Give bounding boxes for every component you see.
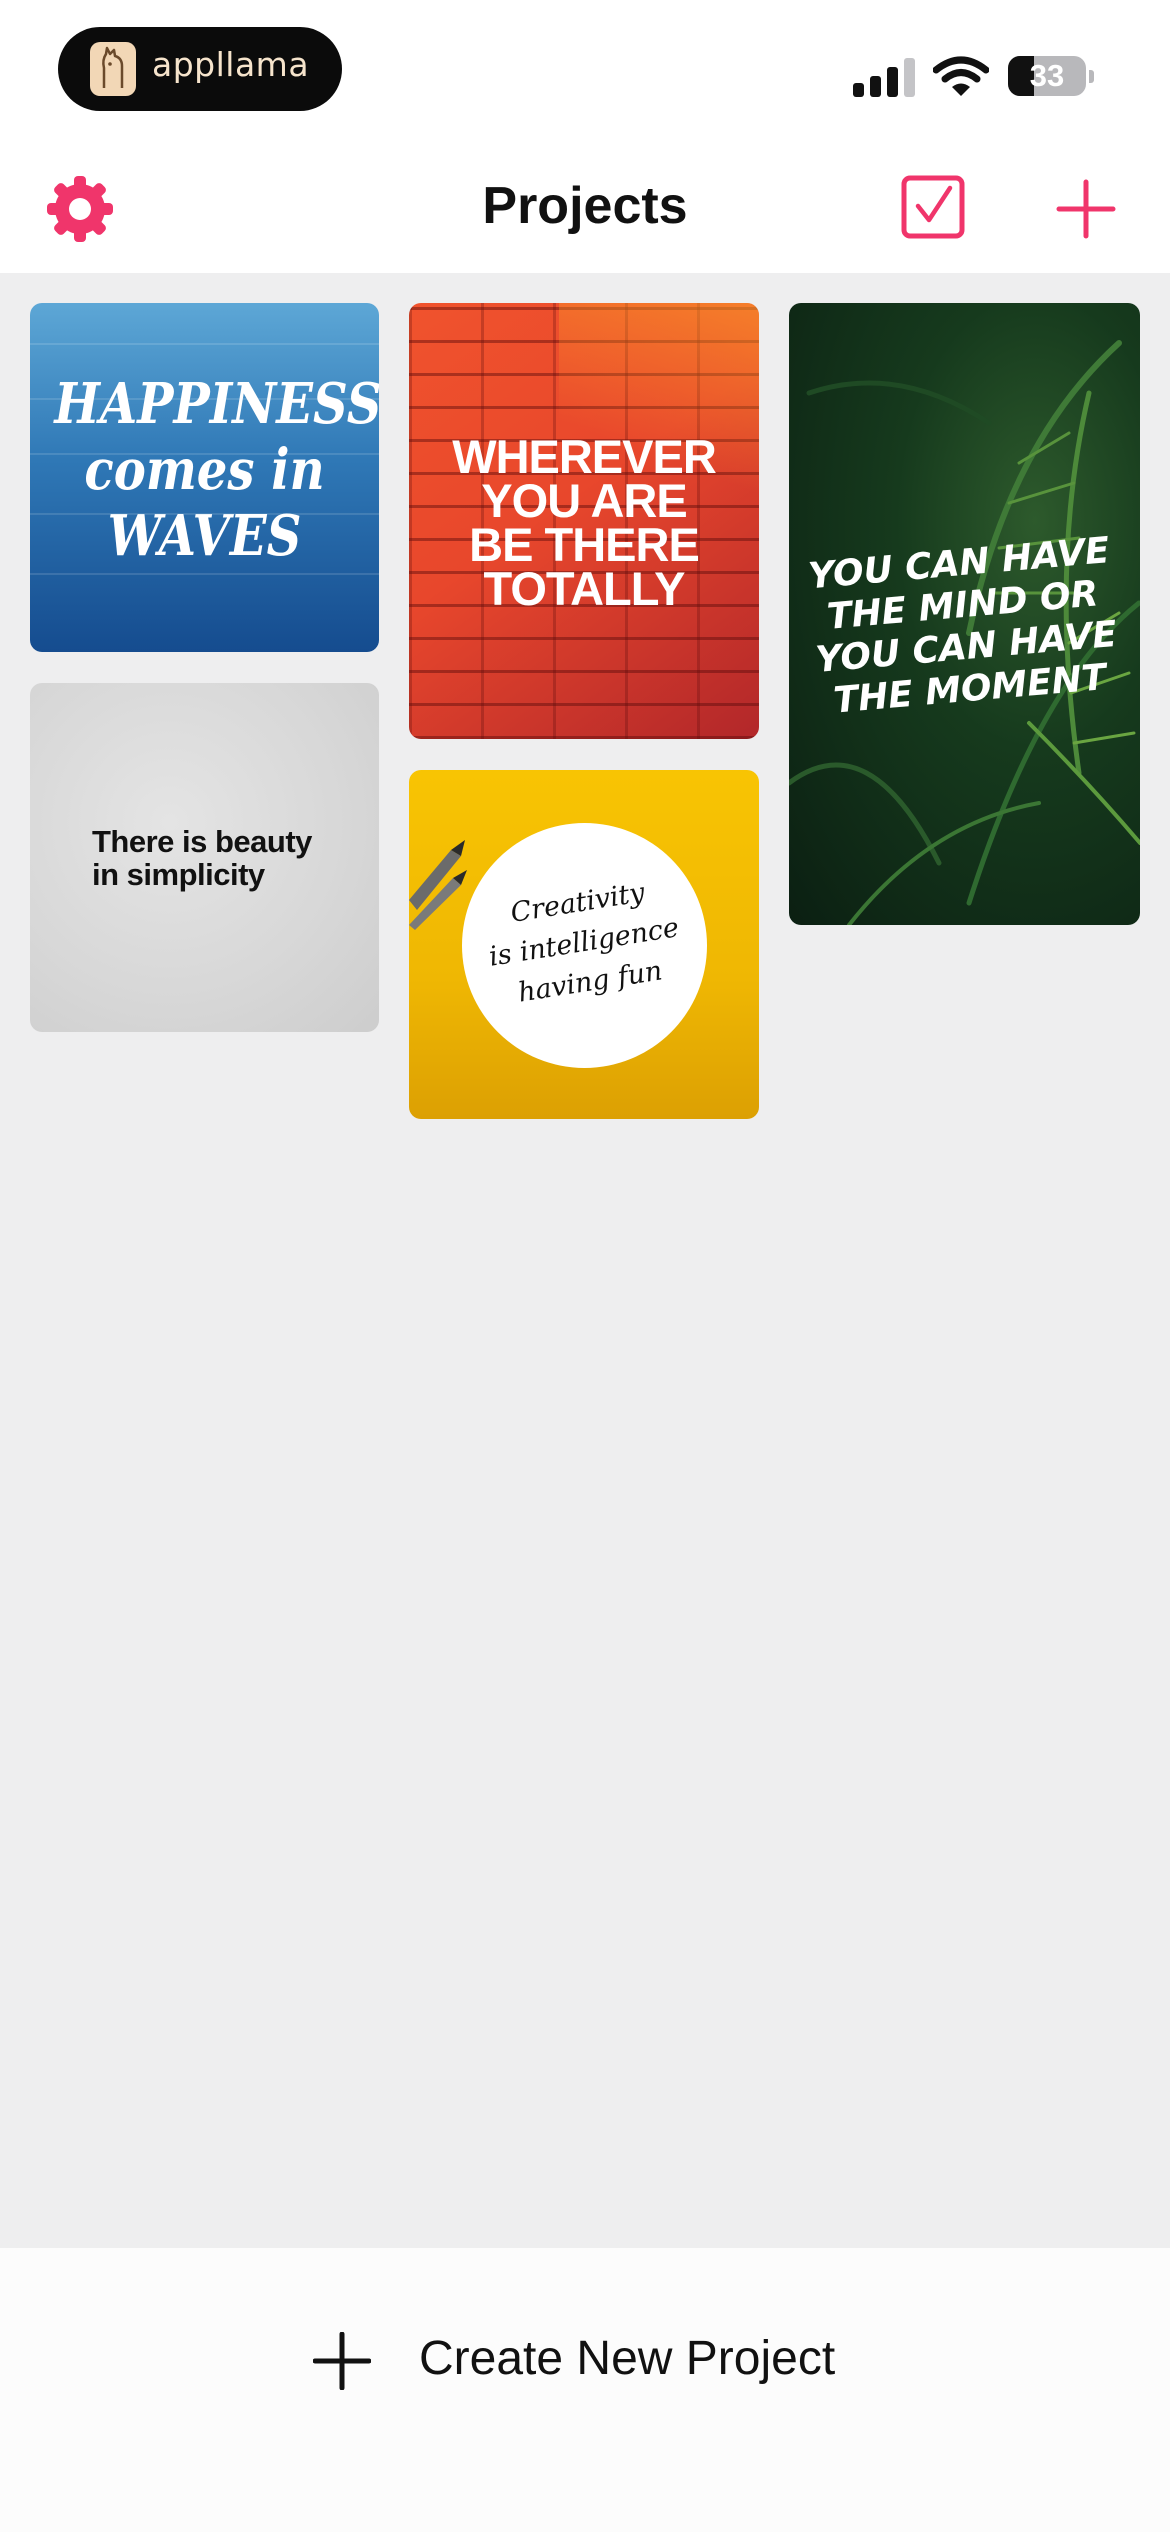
page-title: Projects (482, 177, 688, 235)
create-new-project-label: Create New Project (419, 2332, 836, 2385)
llama-logo-icon (90, 42, 136, 96)
project-card-concrete[interactable]: There is beauty in simplicity (30, 683, 379, 1032)
project-card-wall[interactable]: WHEREVER YOU ARE BE THERE TOTALLY (409, 303, 759, 739)
cellular-signal-icon (853, 57, 915, 97)
plus-icon (313, 2332, 371, 2390)
project-quote: YOU CAN HAVE THE MIND OR YOU CAN HAVE TH… (806, 530, 1119, 722)
project-quote: There is beauty in simplicity (92, 824, 312, 892)
battery-percent: 33 (1029, 58, 1065, 93)
nav-bar: Projects (0, 140, 1170, 273)
checkbox-icon[interactable] (900, 174, 966, 240)
project-card-waves[interactable]: HAPPINESS comes in WAVES (30, 303, 379, 652)
plus-icon[interactable] (1055, 178, 1117, 240)
project-card-yellow[interactable]: Creativity is intelligence having fun (409, 770, 759, 1119)
battery-cap (1089, 70, 1094, 83)
project-quote: HAPPINESS comes in WAVES (54, 371, 379, 569)
project-card-palm[interactable]: YOU CAN HAVE THE MIND OR YOU CAN HAVE TH… (789, 303, 1140, 925)
create-new-project-button[interactable]: Create New Project (313, 2326, 873, 2396)
bottom-bar: Create New Project (0, 2248, 1170, 2532)
app-pill[interactable]: appllama (58, 27, 342, 111)
app-pill-label: appllama (152, 45, 310, 84)
project-quote: WHEREVER YOU ARE BE THERE TOTALLY (452, 430, 717, 615)
wifi-icon (933, 56, 989, 96)
status-bar: appllama 33 (0, 0, 1170, 140)
projects-grid: HAPPINESS comes in WAVES WHEREVER YOU AR… (0, 273, 1170, 2248)
battery-icon: 33 (1008, 56, 1086, 96)
